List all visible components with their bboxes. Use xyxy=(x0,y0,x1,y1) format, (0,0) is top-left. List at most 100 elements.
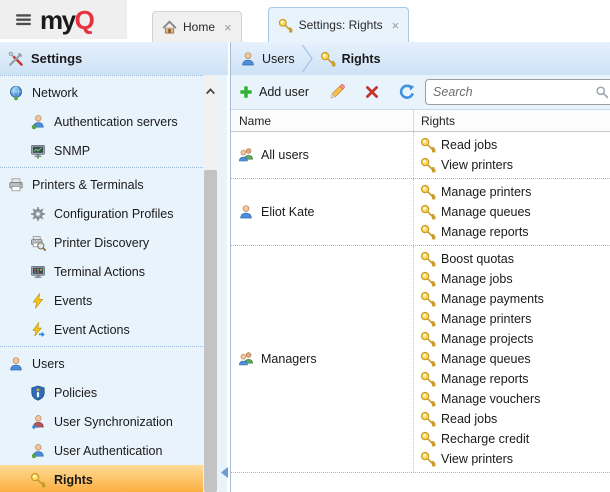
close-icon[interactable]: × xyxy=(392,19,400,32)
key-icon xyxy=(420,137,436,153)
sidebar-item-label: Authentication servers xyxy=(54,115,178,129)
key-icon xyxy=(420,204,436,220)
sidebar-item-event-actions[interactable]: Event Actions xyxy=(0,315,203,344)
right-item: Manage printers xyxy=(414,309,610,329)
tab-settings-rights[interactable]: Settings: Rights× xyxy=(268,7,410,42)
pencil-icon xyxy=(329,84,345,100)
search-box[interactable] xyxy=(425,79,610,105)
scrollbar-thumb[interactable] xyxy=(204,170,217,492)
right-label: Manage queues xyxy=(441,205,531,219)
user-sync-icon xyxy=(30,414,46,430)
search-icon[interactable] xyxy=(595,85,609,99)
key-icon xyxy=(420,291,436,307)
sidebar-item-printers-terminals[interactable]: Printers & Terminals xyxy=(0,170,203,199)
sidebar-item-rights[interactable]: Rights xyxy=(0,465,203,492)
right-label: Manage payments xyxy=(441,292,544,306)
name-cell: Managers xyxy=(231,246,414,472)
sidebar-item-label: User Synchronization xyxy=(54,415,173,429)
right-label: Recharge credit xyxy=(441,432,529,446)
add-user-button[interactable]: Add user xyxy=(236,83,312,101)
sidebar-scrollbar[interactable] xyxy=(203,75,218,492)
sidebar-item-label: Rights xyxy=(54,473,93,487)
sidebar-item-label: Events xyxy=(54,294,92,308)
breadcrumb-item-users[interactable]: Users xyxy=(240,51,295,67)
lightning-arrow-icon xyxy=(30,322,46,338)
key-icon xyxy=(420,451,436,467)
right-label: Read jobs xyxy=(441,412,497,426)
sidebar-item-policies[interactable]: Policies xyxy=(0,378,203,407)
sidebar-item-user-authentication[interactable]: User Authentication xyxy=(0,436,203,465)
right-label: Read jobs xyxy=(441,138,497,152)
sidebar-item-authentication-servers[interactable]: Authentication servers xyxy=(0,107,203,136)
search-input[interactable] xyxy=(433,85,591,99)
brand-logo: myQ xyxy=(40,7,93,33)
column-header-rights[interactable]: Rights xyxy=(414,110,610,131)
settings-tree: NetworkAuthentication serversSNMPPrinter… xyxy=(0,75,203,492)
user-name: Eliot Kate xyxy=(261,205,315,219)
tree-group: Printers & TerminalsConfiguration Profil… xyxy=(0,167,203,346)
add-user-label: Add user xyxy=(259,85,309,99)
terminal-icon xyxy=(30,264,46,280)
globe-icon xyxy=(8,85,24,101)
sidebar-item-label: Printer Discovery xyxy=(54,236,149,250)
sidebar-item-network[interactable]: Network xyxy=(0,78,203,107)
right-label: Manage queues xyxy=(441,352,531,366)
brand-prefix: my xyxy=(40,5,75,35)
name-cell: All users xyxy=(231,132,414,178)
right-item: Manage queues xyxy=(414,202,610,222)
right-item: Manage printers xyxy=(414,182,610,202)
sidebar-item-user-synchronization[interactable]: User Synchronization xyxy=(0,407,203,436)
sidebar-item-terminal-actions[interactable]: Terminal Actions xyxy=(0,257,203,286)
table-row[interactable]: All usersRead jobsView printers xyxy=(231,132,610,179)
breadcrumb-item-rights[interactable]: Rights xyxy=(320,51,381,67)
brand-suffix: Q xyxy=(75,5,94,35)
right-item: Manage payments xyxy=(414,289,610,309)
edit-button[interactable] xyxy=(326,82,348,102)
app-logo-area: myQ xyxy=(0,0,127,39)
right-item: Read jobs xyxy=(414,135,610,155)
refresh-button[interactable] xyxy=(396,82,418,102)
toolbar: Add user xyxy=(231,75,610,110)
user-icon xyxy=(240,51,256,67)
right-label: Manage jobs xyxy=(441,272,513,286)
table-row[interactable]: Eliot KateManage printersManage queuesMa… xyxy=(231,179,610,246)
breadcrumb-label: Rights xyxy=(342,52,381,66)
key-icon xyxy=(30,472,46,488)
key-icon xyxy=(420,311,436,327)
right-label: Manage reports xyxy=(441,372,529,386)
delete-x-icon xyxy=(365,85,379,99)
tree-group: UsersPolicies User Synchronization User Au… xyxy=(0,346,203,492)
sidebar-item-printer-discovery[interactable]: Printer Discovery xyxy=(0,228,203,257)
rights-cell: Manage printers Manage queues Manage repor… xyxy=(414,179,610,245)
collapse-panel-arrow-icon[interactable] xyxy=(221,467,228,478)
settings-panel-header: Settings xyxy=(0,42,228,75)
sidebar-item-users[interactable]: Users xyxy=(0,349,203,378)
breadcrumb: Users Rights xyxy=(230,42,610,75)
close-icon[interactable]: × xyxy=(224,21,232,34)
right-label: Manage printers xyxy=(441,312,531,326)
key-icon xyxy=(420,371,436,387)
column-header-name[interactable]: Name xyxy=(231,110,414,131)
key-icon xyxy=(420,184,436,200)
delete-button[interactable] xyxy=(362,83,382,101)
sidebar-item-events[interactable]: Events xyxy=(0,286,203,315)
right-label: Manage reports xyxy=(441,225,529,239)
sidebar-item-label: Terminal Actions xyxy=(54,265,145,279)
rights-cell: Read jobsView printers xyxy=(414,132,610,178)
table-row[interactable]: Managers Boost quotas Manage jobs Manage pa… xyxy=(231,246,610,473)
breadcrumb-label: Users xyxy=(262,52,295,66)
right-item: Manage jobs xyxy=(414,269,610,289)
right-label: Boost quotas xyxy=(441,252,514,266)
rights-cell: Boost quotas Manage jobs Manage payments Ma… xyxy=(414,246,610,472)
right-item: Manage reports xyxy=(414,222,610,242)
key-icon xyxy=(420,411,436,427)
settings-panel-title: Settings xyxy=(31,51,82,66)
right-item: View printers xyxy=(414,449,610,469)
sidebar-item-snmp[interactable]: SNMP xyxy=(0,136,203,165)
settings-sidebar: NetworkAuthentication serversSNMPPrinter… xyxy=(0,75,228,492)
name-cell: Eliot Kate xyxy=(231,179,414,245)
menu-icon[interactable] xyxy=(15,11,32,28)
sidebar-item-configuration-profiles[interactable]: Configuration Profiles xyxy=(0,199,203,228)
tab-home[interactable]: Home× xyxy=(152,11,242,42)
scrollbar-up-button[interactable] xyxy=(203,75,218,99)
